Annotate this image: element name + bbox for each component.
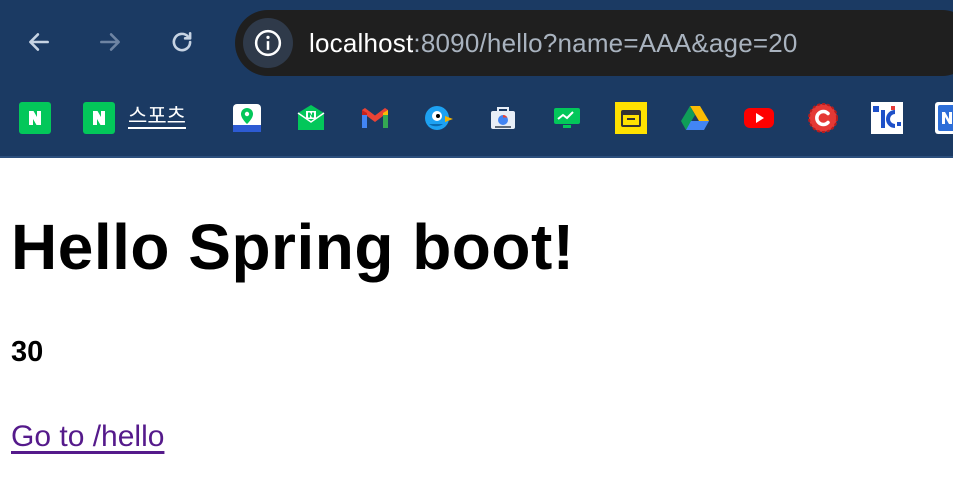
- bookmark-nh[interactable]: [935, 102, 953, 134]
- site-info-button[interactable]: [243, 18, 293, 68]
- gmail-icon: [362, 108, 388, 128]
- naver-mail-icon: [297, 105, 325, 130]
- browser-toolbar: localhost:8090/hello?name=AAA&age=20 스포츠: [0, 0, 953, 157]
- bookmark-naver[interactable]: [19, 102, 51, 134]
- url-text[interactable]: localhost:8090/hello?name=AAA&age=20: [309, 10, 798, 76]
- pixel-logo-icon: [871, 102, 903, 134]
- bookmark-pixel-logo[interactable]: [871, 102, 903, 134]
- web-store-icon: [491, 107, 515, 129]
- reload-button[interactable]: [162, 22, 202, 62]
- reload-icon: [172, 32, 192, 52]
- info-icon: [254, 29, 282, 57]
- bookmark-google-drive[interactable]: [679, 102, 711, 134]
- naver-icon: [19, 102, 51, 134]
- url-path: :8090/hello?name=AAA&age=20: [413, 28, 798, 58]
- naver-map-icon: [233, 104, 261, 132]
- bookmark-naver-sports[interactable]: [83, 102, 115, 134]
- naver-icon: [83, 102, 115, 134]
- bookmark-sports-label[interactable]: 스포츠: [128, 100, 186, 132]
- bookmark-gmail[interactable]: [359, 102, 391, 134]
- bookmark-yellow-box[interactable]: [615, 102, 647, 134]
- bookmark-youtube[interactable]: [743, 102, 775, 134]
- back-button[interactable]: [19, 22, 59, 62]
- nh-icon: [935, 102, 953, 134]
- bird-icon: [425, 106, 453, 130]
- bookmark-naver-map[interactable]: [231, 102, 263, 134]
- bookmark-naver-mail[interactable]: [295, 102, 327, 134]
- bookmark-red-c[interactable]: [807, 102, 839, 134]
- url-host: localhost: [309, 28, 414, 58]
- age-value: 30: [11, 336, 44, 368]
- bookmarks-bar: 스포츠: [0, 96, 953, 140]
- youtube-icon: [744, 108, 774, 128]
- yellow-box-icon: [615, 102, 647, 134]
- google-drive-icon: [681, 106, 709, 130]
- page-heading: Hello Spring boot!: [11, 211, 575, 283]
- bookmark-green-chart[interactable]: [551, 102, 583, 134]
- address-bar[interactable]: localhost:8090/hello?name=AAA&age=20: [235, 10, 953, 76]
- arrow-left-icon: [29, 33, 49, 51]
- forward-button[interactable]: [90, 22, 130, 62]
- bookmark-bird[interactable]: [423, 102, 455, 134]
- red-c-icon: [808, 103, 838, 133]
- bookmark-web-store[interactable]: [487, 102, 519, 134]
- arrow-right-icon: [100, 33, 120, 51]
- toolbar-divider: [0, 156, 953, 158]
- green-chart-icon: [554, 108, 580, 128]
- hello-link[interactable]: Go to /hello: [11, 420, 164, 454]
